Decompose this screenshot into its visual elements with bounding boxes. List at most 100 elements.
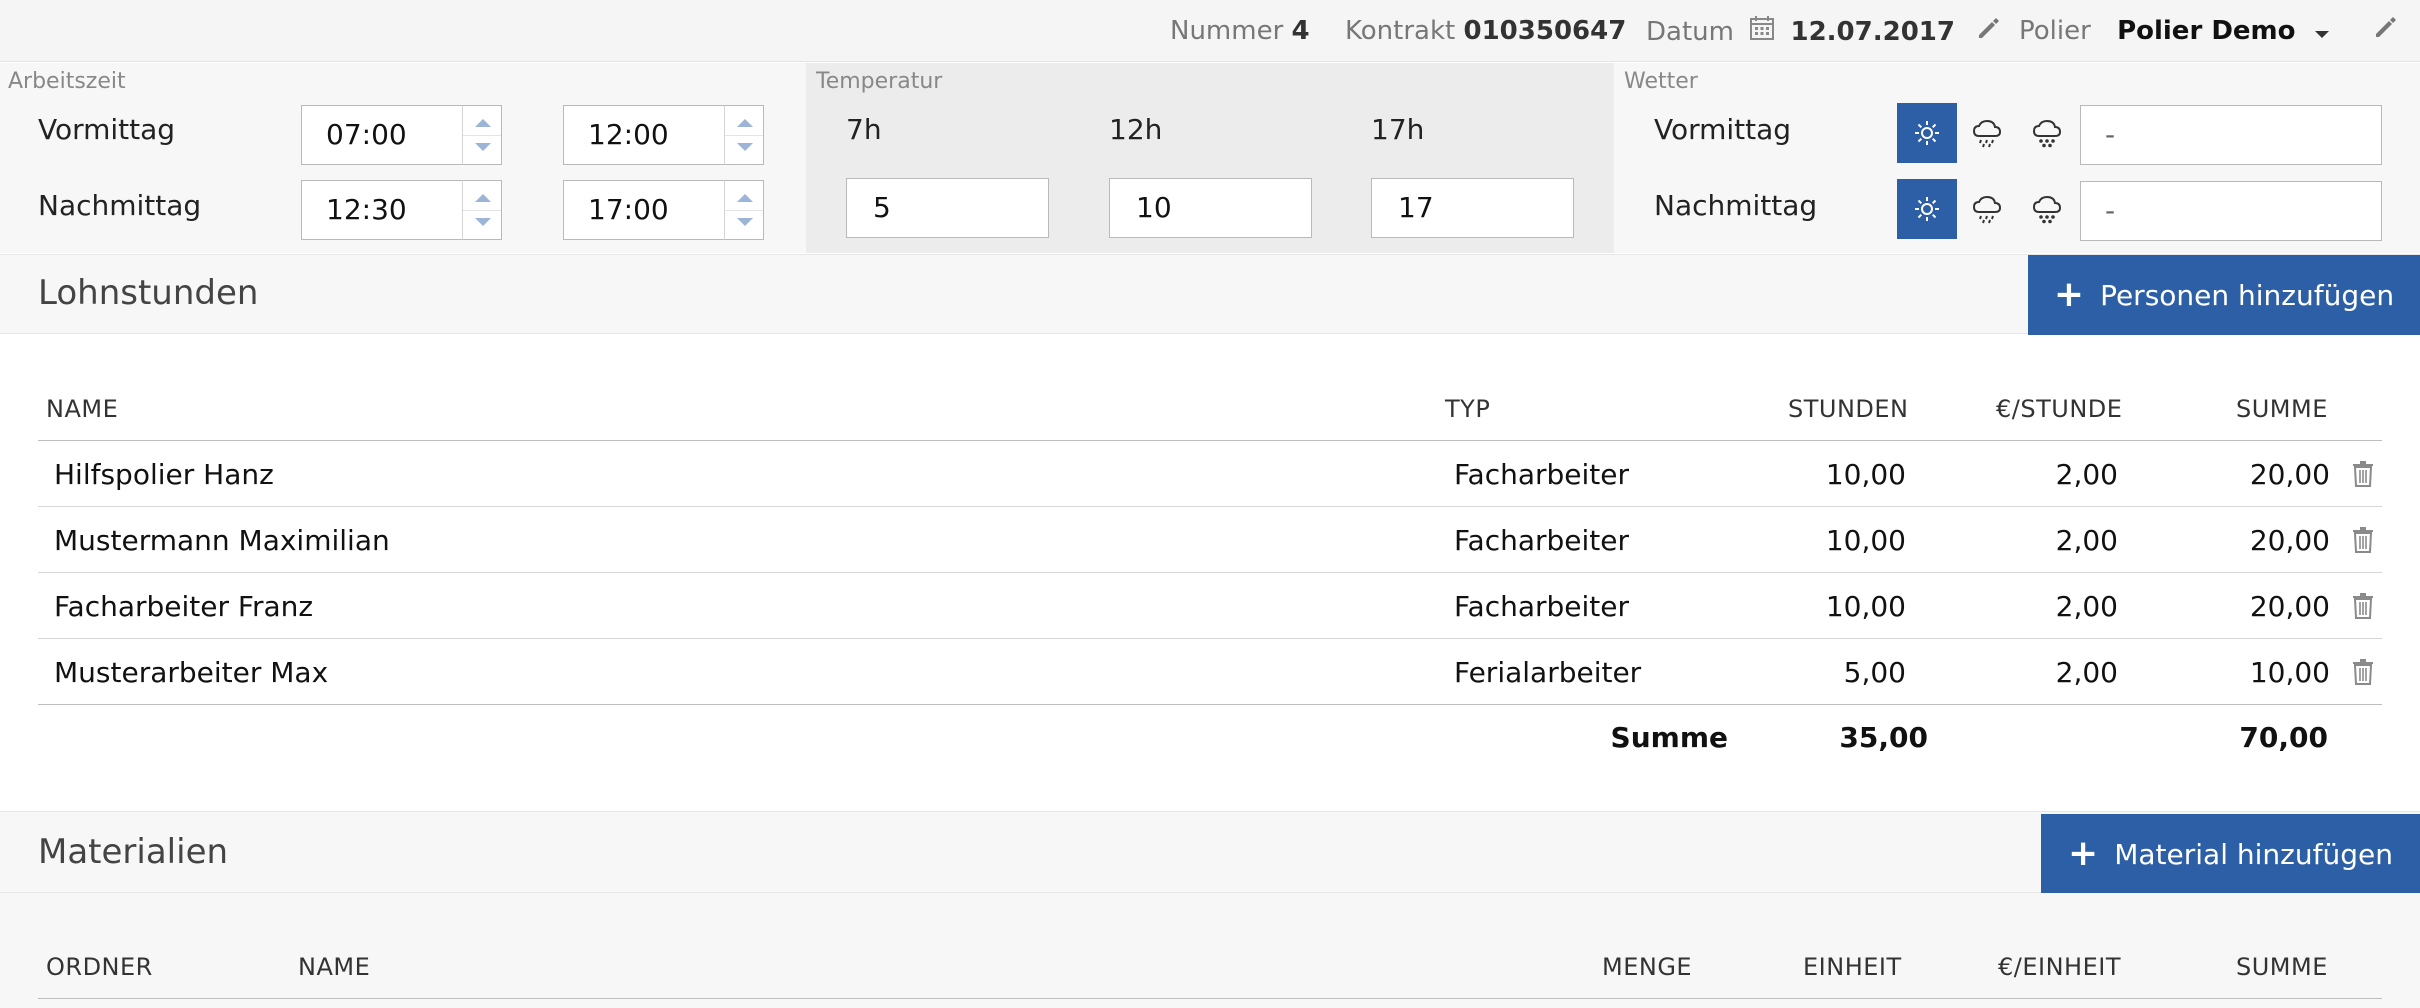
row-1-stunden: 10,00 [1825, 458, 1906, 491]
edit-polier-pencil-icon[interactable] [2372, 14, 2398, 49]
delete-row-4-trash-icon[interactable] [2352, 659, 2374, 689]
nachmittag-sun-icon[interactable] [1897, 179, 1957, 239]
vormittag-sun-icon[interactable] [1897, 103, 1957, 163]
row-divider [38, 638, 2382, 639]
calendar-icon[interactable] [1748, 14, 1776, 51]
wetter-panel: Wetter Vormittag Nachmittag - - [1614, 63, 2420, 253]
temp-7h-label: 7h [846, 113, 882, 146]
col-einheit: EINHEIT [1803, 953, 1902, 981]
temp-12h-label: 12h [1109, 113, 1163, 146]
temperatur-panel: Temperatur 7h 12h 17h 5 10 17 [806, 63, 1614, 253]
add-personen-button[interactable]: + Personen hinzufügen [2028, 255, 2420, 335]
nachmittag-to-input[interactable]: 17:00 [563, 180, 725, 240]
datum-label: Datum [1646, 17, 1734, 47]
kontrakt-label: Kontrakt [1345, 16, 1456, 46]
col-preis-stunde: €/STUNDE [1996, 395, 2123, 423]
temp-7h-input[interactable]: 5 [846, 178, 1049, 238]
header-divider [38, 440, 2382, 441]
col-ordner: ORDNER [46, 953, 153, 981]
row-4-stunden: 5,00 [1843, 656, 1906, 689]
wetter-vormittag-input[interactable]: - [2080, 105, 2382, 165]
edit-date-pencil-icon[interactable] [1975, 15, 2001, 50]
materialien-table-bg [0, 893, 2420, 1008]
row-3-summe: 20,00 [2249, 590, 2330, 623]
chevron-down-icon[interactable] [2314, 15, 2330, 49]
vormittag-rain-cloud-icon[interactable] [1957, 103, 2017, 163]
wetter-vormittag-label: Vormittag [1654, 113, 1792, 146]
lohnstunden-header: Lohnstunden + Personen hinzufügen [0, 254, 2420, 335]
datum-value[interactable]: 12.07.2017 [1790, 17, 1954, 47]
col-name: NAME [46, 395, 119, 423]
wetter-nachmittag-label: Nachmittag [1654, 189, 1818, 222]
nachmittag-rain-cloud-icon[interactable] [1957, 179, 2017, 239]
total-summe: 70,00 [2239, 721, 2328, 754]
materialien-header: Materialien + Material hinzufügen [0, 811, 2420, 894]
add-material-button[interactable]: + Material hinzufügen [2041, 814, 2420, 894]
delete-row-2-trash-icon[interactable] [2352, 527, 2374, 557]
polier-field[interactable]: Polier Polier Demo [2019, 14, 2398, 49]
col-summe: SUMME [2236, 395, 2328, 423]
nachmittag-from-stepper[interactable] [462, 180, 502, 240]
col-material-name: NAME [298, 953, 371, 981]
col-menge: MENGE [1602, 953, 1693, 981]
row-4-preis: 2,00 [2055, 656, 2118, 689]
add-personen-label: Personen hinzufügen [2100, 278, 2395, 312]
arbeitszeit-nachmittag-label: Nachmittag [38, 189, 202, 222]
nachmittag-from-input[interactable]: 12:30 [301, 180, 463, 240]
total-stunden: 35,00 [1839, 721, 1928, 754]
materialien-header-divider [38, 998, 2382, 999]
col-preis-einheit: €/EINHEIT [1998, 953, 2121, 981]
temperatur-label: Temperatur [816, 69, 943, 94]
col-material-summe: SUMME [2236, 953, 2328, 981]
nummer-field: Nummer 4 [1170, 14, 1310, 48]
delete-row-1-trash-icon[interactable] [2352, 461, 2374, 491]
temp-17h-label: 17h [1371, 113, 1425, 146]
row-4-name: Musterarbeiter Max [54, 656, 329, 689]
col-typ: TYP [1445, 395, 1491, 423]
datum-field[interactable]: Datum 12.07.2017 [1646, 14, 2001, 51]
row-divider [38, 506, 2382, 507]
nachmittag-to-stepper[interactable] [724, 180, 764, 240]
nummer-value: 4 [1291, 16, 1310, 46]
total-label: Summe [1610, 721, 1728, 754]
total-divider [38, 704, 2382, 705]
temp-17h-input[interactable]: 17 [1371, 178, 1574, 238]
row-2-typ: Facharbeiter [1454, 524, 1629, 557]
arbeitszeit-panel: Arbeitszeit Vormittag Nachmittag 07:00 1… [0, 63, 806, 253]
vormittag-snow-cloud-icon[interactable] [2017, 103, 2077, 163]
kontrakt-field: Kontrakt 010350647 [1345, 14, 1626, 48]
row-2-summe: 20,00 [2249, 524, 2330, 557]
row-4-summe: 10,00 [2249, 656, 2330, 689]
vormittag-from-input[interactable]: 07:00 [301, 105, 463, 165]
temp-12h-input[interactable]: 10 [1109, 178, 1312, 238]
kontrakt-value: 010350647 [1463, 16, 1627, 46]
nummer-label: Nummer [1170, 16, 1284, 46]
col-stunden: STUNDEN [1788, 395, 1909, 423]
row-1-typ: Facharbeiter [1454, 458, 1629, 491]
row-1-name: Hilfspolier Hanz [54, 458, 274, 491]
polier-label: Polier [2019, 16, 2091, 46]
row-1-preis: 2,00 [2055, 458, 2118, 491]
delete-row-3-trash-icon[interactable] [2352, 593, 2374, 623]
nachmittag-snow-cloud-icon[interactable] [2017, 179, 2077, 239]
row-4-typ: Ferialarbeiter [1454, 656, 1642, 689]
row-3-typ: Facharbeiter [1454, 590, 1629, 623]
row-divider [38, 572, 2382, 573]
polier-select[interactable]: Polier Demo [2117, 16, 2295, 46]
row-3-stunden: 10,00 [1825, 590, 1906, 623]
arbeitszeit-label: Arbeitszeit [8, 69, 126, 94]
wetter-label: Wetter [1624, 69, 1698, 94]
plus-icon: + [2053, 274, 2085, 315]
row-2-preis: 2,00 [2055, 524, 2118, 557]
add-material-label: Material hinzufügen [2114, 837, 2393, 871]
vormittag-to-stepper[interactable] [724, 105, 764, 165]
plus-icon: + [2068, 833, 2099, 874]
vormittag-from-stepper[interactable] [462, 105, 502, 165]
top-bar: Nummer 4 Kontrakt 010350647 Datum 12.07.… [0, 0, 2420, 62]
materialien-title: Materialien [38, 832, 229, 872]
row-3-name: Facharbeiter Franz [54, 590, 314, 623]
wetter-nachmittag-input[interactable]: - [2080, 181, 2382, 241]
lohnstunden-title: Lohnstunden [38, 273, 259, 313]
vormittag-to-input[interactable]: 12:00 [563, 105, 725, 165]
row-2-stunden: 10,00 [1825, 524, 1906, 557]
